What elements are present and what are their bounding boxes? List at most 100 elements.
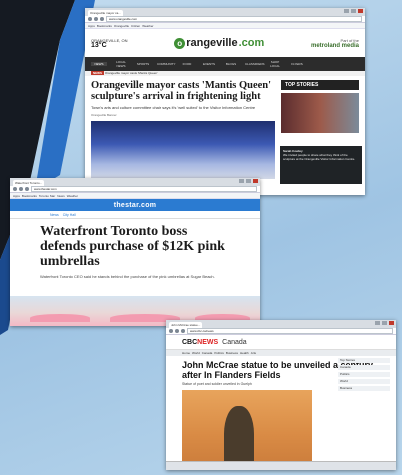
close-button[interactable] [389,321,394,325]
browser-tab[interactable]: Orangeville mayor ca... [88,10,123,16]
nav-item-events[interactable]: EVENTS [201,62,217,66]
tab-bar: John McCrae statue... [166,320,396,328]
top-story-thumbnail[interactable] [281,93,359,133]
window-controls [344,9,363,13]
close-button[interactable] [358,9,363,13]
nav-item-community[interactable]: COMMUNITY [157,62,176,66]
bookmark-item[interactable]: Bookmarks [22,194,37,198]
site-logo[interactable]: CBCNEWS [182,339,218,346]
comment-popup[interactable]: Sarah Cowley We invited people to share … [280,146,362,184]
nav-item-classifieds[interactable]: CLASSIFIEDS [245,62,265,66]
weather-temperature: 13°C [91,42,107,49]
bookmark-item[interactable]: Citizen [131,24,140,28]
minimize-button[interactable] [239,179,244,183]
article-headline[interactable]: Orangeville mayor casts 'Mantis Queen' s… [91,80,275,102]
article-byline: Orangeville Banner [91,113,117,117]
bookmark-item[interactable]: Apps [13,194,20,198]
taskbar[interactable] [166,461,396,470]
site-logo[interactable]: o rangeville .com [174,37,264,49]
tab-politics[interactable]: Politics [214,351,224,355]
tab-arts[interactable]: Arts [251,351,256,355]
bookmark-item[interactable]: Toronto Star [39,194,55,198]
browser-window-orangeville[interactable]: Orangeville mayor ca... www.orangeville.… [85,8,365,195]
statue-figure [224,406,254,468]
url-input[interactable]: www.thestar.com [31,186,257,192]
reload-icon[interactable] [100,17,104,21]
back-icon[interactable] [13,187,17,191]
forward-icon[interactable] [175,329,179,333]
popup-text: We invited people to share what they thi… [283,153,356,161]
forward-icon[interactable] [19,187,23,191]
article-dek: Waterfront Toronto CEO said he stands be… [40,274,215,279]
breadcrumb: News City Hall [10,211,260,219]
nav-item-flyers[interactable]: FLYERS [289,62,305,66]
sidebar-link[interactable]: Top Stories [338,358,390,363]
sidebar-links: Top Stories Canada Politics World Busine… [338,358,390,393]
reload-icon[interactable] [181,329,185,333]
logo-news: NEWS [197,338,219,346]
back-icon[interactable] [88,17,92,21]
main-nav: NEWS LOCAL NEWS SPORTS COMMUNITY FOOD EV… [85,57,365,71]
article-photo [182,390,312,470]
tab-bar: Waterfront Toronto... [10,178,260,186]
bookmark-item[interactable]: Weather [67,194,78,198]
tab-business[interactable]: Business [226,351,238,355]
logo-text: rangeville [186,37,238,49]
forward-icon[interactable] [94,17,98,21]
reload-icon[interactable] [25,187,29,191]
breaking-tag: NEWS [91,71,104,75]
close-button[interactable] [253,179,258,183]
nav-item-food[interactable]: FOOD [179,62,195,66]
article-dek: Town's arts and culture committee chair … [91,105,256,110]
partner-name: metroland media [310,42,359,49]
breadcrumb-news[interactable]: News [50,213,59,217]
sidebar-link[interactable]: Canada [338,365,390,370]
bookmark-item[interactable]: Bookmarks [97,24,112,28]
back-icon[interactable] [169,329,173,333]
article-headline[interactable]: Waterfront Toronto boss defends purchase… [40,224,230,269]
breaking-text: Orangeville mayor casts 'Mantis Queen' [104,71,158,75]
maximize-button[interactable] [246,179,251,183]
nav-item-sports[interactable]: SPORTS [135,62,151,66]
nav-item-shop-local[interactable]: SHOP LOCAL [267,60,283,68]
umbrella-shape [30,314,90,322]
browser-tab[interactable]: Waterfront Toronto... [13,180,45,186]
maximize-button[interactable] [382,321,387,325]
tab-bar: Orangeville mayor ca... [85,8,365,16]
site-header: CBCNEWS Canada [166,335,396,350]
minimize-button[interactable] [375,321,380,325]
logo-circle: o [174,37,186,49]
article-photo [91,121,275,179]
url-input[interactable]: www.cbc.ca/news [187,328,393,334]
address-bar-row: www.thestar.com [10,186,260,193]
tab-health[interactable]: Health [240,351,249,355]
weather-widget[interactable]: ORANGEVILLE, ON 13°C [91,38,127,49]
tab-world[interactable]: World [192,351,200,355]
address-bar-row: www.orangeville.com [85,16,365,23]
bookmark-item[interactable]: Weather [142,24,153,28]
address-bar-row: www.cbc.ca/news [166,328,396,335]
section-title[interactable]: Canada [222,339,247,346]
nav-item-news[interactable]: NEWS [91,62,107,66]
browser-tab[interactable]: John McCrae statue... [169,322,203,328]
window-controls [375,321,394,325]
sidebar-link[interactable]: World [338,379,390,384]
tab-canada[interactable]: Canada [202,351,213,355]
bookmark-item[interactable]: Orangeville [114,24,129,28]
nav-item-local-news[interactable]: LOCAL NEWS [113,60,129,68]
logo-cbc: CBC [182,338,198,346]
minimize-button[interactable] [344,9,349,13]
sidebar-link[interactable]: Politics [338,372,390,377]
maximize-button[interactable] [351,9,356,13]
nav-item-blogs[interactable]: BLOGS [223,62,239,66]
breadcrumb-city-hall[interactable]: City Hall [63,213,76,217]
sidebar-link[interactable]: Business [338,386,390,391]
partner-badge[interactable]: Part of the metroland media [311,38,359,49]
site-masthead[interactable]: thestar.com [10,199,260,211]
bookmark-item[interactable]: Apps [88,24,95,28]
browser-window-thestar[interactable]: Waterfront Toronto... www.thestar.com Ap… [10,178,260,326]
bookmark-item[interactable]: News [57,194,65,198]
tab-home[interactable]: Home [182,351,190,355]
browser-window-cbc[interactable]: John McCrae statue... www.cbc.ca/news CB… [166,320,396,470]
url-input[interactable]: www.orangeville.com [106,16,362,22]
